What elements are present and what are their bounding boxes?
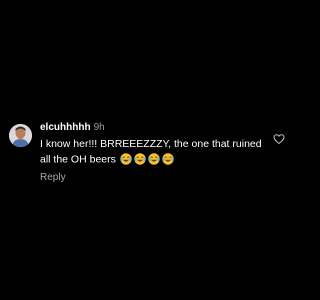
heart-outline-icon xyxy=(273,134,285,144)
emoji-row xyxy=(120,152,176,167)
face-with-tears-of-joy-icon xyxy=(162,153,174,165)
face-with-tears-of-joy-icon xyxy=(120,153,132,165)
comment: elcuhhhhh 9h I know her!!! BRREEEZZZY, th… xyxy=(9,121,291,183)
username[interactable]: elcuhhhhh xyxy=(40,122,91,133)
face-with-tears-of-joy-icon xyxy=(148,153,160,165)
avatar-icon xyxy=(9,124,32,147)
like-button[interactable] xyxy=(273,133,285,145)
comment-body: elcuhhhhh 9h I know her!!! BRREEEZZZY, th… xyxy=(40,121,265,185)
comment-text: I know her!!! BRREEEZZZY, the one that r… xyxy=(40,137,265,167)
comment-meta: elcuhhhhh 9h xyxy=(40,121,265,135)
avatar[interactable] xyxy=(9,124,32,147)
face-with-tears-of-joy-icon xyxy=(134,153,146,165)
reply-button[interactable]: Reply xyxy=(40,172,66,184)
timestamp: 9h xyxy=(93,122,105,133)
instagram-comment-screen: elcuhhhhh 9h I know her!!! BRREEEZZZY, th… xyxy=(0,0,300,300)
